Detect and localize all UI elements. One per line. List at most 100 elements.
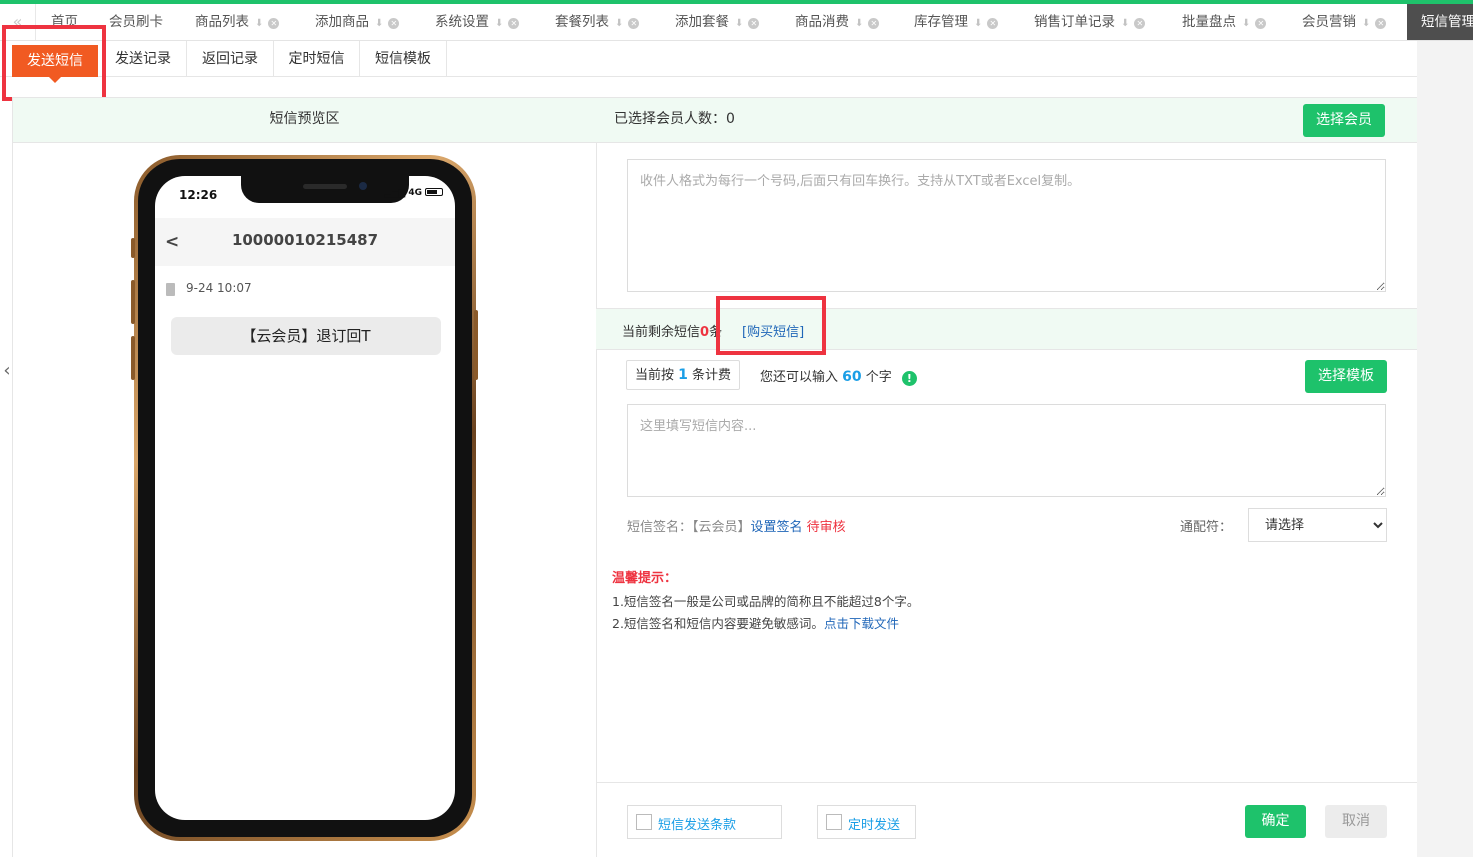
status-time: 12:26 xyxy=(179,188,218,202)
top-tab-label: 批量盘点 xyxy=(1182,14,1236,30)
recipients-input[interactable] xyxy=(627,159,1386,292)
phone-number-title: 10000010215487 xyxy=(231,231,379,249)
wildcard-select[interactable]: 请选择 xyxy=(1248,508,1387,542)
pin-icon[interactable]: ⬇ xyxy=(735,18,743,29)
checkbox-box[interactable] xyxy=(826,814,842,830)
phone-screen: 12:26 ▂▄▆ 4G < 10000010215487 9-24 10:07… xyxy=(155,176,455,820)
remaining-suffix: 个字 xyxy=(865,370,892,385)
message-nav-bar: < 10000010215487 xyxy=(155,218,455,266)
pin-icon[interactable]: ⬇ xyxy=(375,18,383,29)
top-tab-label: 套餐列表 xyxy=(555,14,609,30)
sub-tab-reply-records[interactable]: 返回记录 xyxy=(187,41,274,77)
select-members-button[interactable]: 选择会员 xyxy=(1303,104,1385,137)
top-tab-product-consumption[interactable]: 商品消费 ⬇ ✕ xyxy=(795,4,880,40)
phone-power-button xyxy=(474,310,478,380)
pin-icon[interactable]: ⬇ xyxy=(495,18,503,29)
tips-line-1: 1.短信签名一般是公司或品牌的简称且不能超过8个字。 xyxy=(612,594,920,609)
scheduled-send-checkbox[interactable]: 定时发送 xyxy=(817,805,916,839)
download-file-link[interactable]: 点击下载文件 xyxy=(824,616,899,631)
top-tab-label: 添加套餐 xyxy=(675,14,729,30)
selected-members-count: 已选择会员人数：0 xyxy=(614,111,735,127)
top-tab-inventory[interactable]: 库存管理 ⬇ ✕ xyxy=(914,4,999,40)
signal-icon: ▂▄▆ xyxy=(384,188,406,198)
tips-line-2-text: 2.短信签名和短信内容要避免敏感词。 xyxy=(612,616,824,631)
close-tab-icon[interactable]: ✕ xyxy=(628,18,640,29)
phone-mute-switch xyxy=(131,238,135,258)
top-tab-package-list[interactable]: 套餐列表 ⬇ ✕ xyxy=(555,4,640,40)
top-tab-label: 会员营销 xyxy=(1302,14,1356,30)
signature-row: 短信签名：【云会员】设置签名 待审核 xyxy=(627,516,846,535)
top-tab-sms-management[interactable]: 短信管理 xyxy=(1407,4,1473,40)
recipients-header: 已选择会员人数：0 xyxy=(596,98,1417,143)
close-tab-icon[interactable]: ✕ xyxy=(868,18,880,29)
message-bubble: 【云会员】退订回T xyxy=(171,317,441,355)
sms-terms-checkbox[interactable]: 短信发送条款 xyxy=(627,805,782,839)
close-tab-icon[interactable]: ✕ xyxy=(508,18,520,29)
top-tab-label: 库存管理 xyxy=(914,14,968,30)
top-tab-system-settings[interactable]: 系统设置 ⬇ ✕ xyxy=(435,4,520,40)
top-tab-label: 商品列表 xyxy=(195,14,249,30)
cancel-button[interactable]: 取消 xyxy=(1325,805,1387,838)
right-scroll-gutter xyxy=(1417,41,1473,857)
pin-icon[interactable]: ⬇ xyxy=(1242,18,1250,29)
highlight-box-buy-sms xyxy=(716,296,826,355)
billing-suffix: 条计费 xyxy=(692,368,732,383)
close-tab-icon[interactable]: ✕ xyxy=(1255,18,1267,29)
close-tab-icon[interactable]: ✕ xyxy=(388,18,400,29)
close-tab-icon[interactable]: ✕ xyxy=(987,18,999,29)
sms-terms-label[interactable]: 短信发送条款 xyxy=(658,814,736,833)
sub-tab-label: 返回记录 xyxy=(202,51,258,67)
top-tab-label: 销售订单记录 xyxy=(1034,14,1115,30)
top-tab-add-product[interactable]: 添加商品 ⬇ ✕ xyxy=(315,4,400,40)
close-tab-icon[interactable]: ✕ xyxy=(1375,18,1387,29)
set-signature-link[interactable]: 设置签名 xyxy=(751,520,803,535)
tips-title: 温馨提示： xyxy=(612,571,678,586)
camera-icon xyxy=(359,182,367,190)
preview-header: 短信预览区 xyxy=(13,98,596,143)
sms-content-input[interactable] xyxy=(627,404,1386,497)
top-tab-product-list[interactable]: 商品列表 ⬇ ✕ xyxy=(195,4,280,40)
billing-count: 1 xyxy=(678,367,688,383)
top-tab-sales-orders[interactable]: 销售订单记录 ⬇ ✕ xyxy=(1034,4,1146,40)
scheduled-send-label[interactable]: 定时发送 xyxy=(848,814,900,833)
sms-balance-count: 0 xyxy=(700,325,710,340)
close-tab-icon[interactable]: ✕ xyxy=(1134,18,1146,29)
top-tab-label: 添加商品 xyxy=(315,14,369,30)
sub-tab-sms-templates[interactable]: 短信模板 xyxy=(360,41,447,77)
message-timestamp: 9-24 10:07 xyxy=(186,281,252,295)
select-template-button[interactable]: 选择模板 xyxy=(1305,360,1387,393)
pin-icon[interactable]: ⬇ xyxy=(255,18,263,29)
highlight-box-send-sms xyxy=(2,25,106,101)
pin-icon[interactable]: ⬇ xyxy=(1362,18,1370,29)
tips-line-2: 2.短信签名和短信内容要避免敏感词。点击下载文件 xyxy=(612,613,899,632)
wildcard-label: 通配符： xyxy=(1180,520,1233,535)
close-tab-icon[interactable]: ✕ xyxy=(748,18,760,29)
info-icon[interactable]: ! xyxy=(901,371,917,386)
speaker-icon xyxy=(303,184,347,189)
phone-volume-up xyxy=(131,280,135,324)
battery-icon xyxy=(425,188,443,196)
top-tab-member-marketing[interactable]: 会员营销 ⬇ ✕ xyxy=(1302,4,1387,40)
pin-icon[interactable]: ⬇ xyxy=(615,18,623,29)
pin-icon[interactable]: ⬇ xyxy=(1121,18,1129,29)
sub-tab-send-records[interactable]: 发送记录 xyxy=(100,41,187,77)
top-tab-bar: « 首页 会员刷卡 商品列表 ⬇ ✕ 添加商品 ⬇ ✕ 系统设置 ⬇ ✕ 套餐列表 ⬇ ✕ 添加… xyxy=(0,4,1473,41)
top-tab-add-package[interactable]: 添加套餐 ⬇ ✕ xyxy=(675,4,760,40)
pin-icon[interactable]: ⬇ xyxy=(855,18,863,29)
sub-tab-bar: 发送短信 发送记录 返回记录 定时短信 短信模板 xyxy=(0,41,1417,83)
top-tab-member-card[interactable]: 会员刷卡 xyxy=(109,4,163,40)
footer-divider xyxy=(596,782,1417,783)
billing-prefix: 当前按 xyxy=(635,368,675,383)
sub-tab-label: 发送记录 xyxy=(115,51,171,67)
close-tab-icon[interactable]: ✕ xyxy=(268,18,280,29)
remaining-prefix: 您还可以输入 xyxy=(760,370,839,385)
sim-card-icon xyxy=(166,283,175,296)
pin-icon[interactable]: ⬇ xyxy=(974,18,982,29)
top-tab-label: 商品消费 xyxy=(795,14,849,30)
sub-tab-scheduled-sms[interactable]: 定时短信 xyxy=(274,41,360,77)
sub-tab-label: 定时短信 xyxy=(288,51,345,67)
top-tab-batch-stocktake[interactable]: 批量盘点 ⬇ ✕ xyxy=(1182,4,1267,40)
checkbox-box[interactable] xyxy=(636,814,652,830)
sms-balance-prefix: 当前剩余短信 xyxy=(622,325,701,340)
confirm-button[interactable]: 确定 xyxy=(1245,805,1306,838)
